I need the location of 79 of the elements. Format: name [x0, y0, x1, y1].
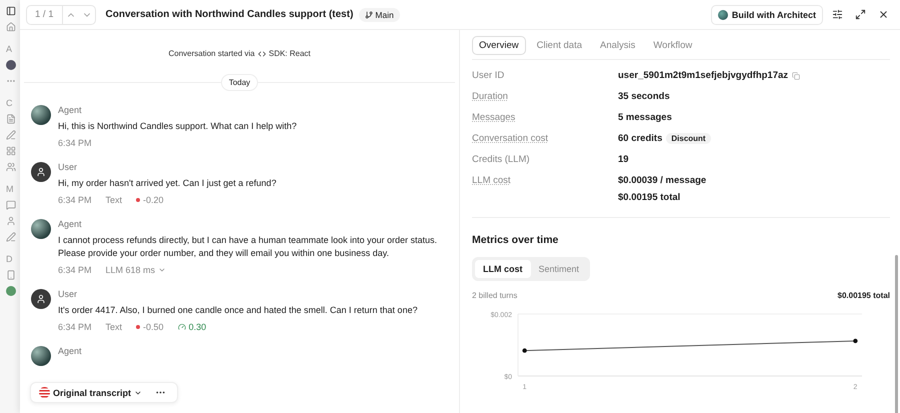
section-label: M: [6, 184, 14, 194]
field-label: Duration: [472, 91, 509, 102]
agent-avatar: [31, 219, 51, 239]
message-text: It's order 4417. Also, I burned one candle once and hated the smell. Can I return that one?: [58, 304, 418, 317]
phone-icon[interactable]: [6, 270, 16, 280]
people-icon[interactable]: [6, 162, 16, 172]
field-value: 5 messages: [618, 112, 672, 123]
latency-toggle[interactable]: LLM 618 ms: [106, 265, 166, 275]
doc-icon[interactable]: [6, 114, 16, 124]
pen-icon[interactable]: [6, 130, 16, 140]
tab[interactable]: Overview: [472, 36, 526, 55]
message-type: Text: [106, 322, 122, 332]
agent-avatar: [31, 346, 51, 366]
user-avatar: [31, 162, 51, 182]
sentiment-score: -0.20: [143, 195, 164, 205]
flag-icon: [39, 387, 50, 398]
field-label: LLM cost: [472, 175, 512, 188]
section-label: D: [6, 254, 12, 264]
field-label: Credits (LLM): [472, 154, 531, 165]
sliders-icon: [832, 9, 843, 20]
caret-icon: [158, 266, 166, 274]
branch-tag: Main: [359, 8, 400, 22]
message-time: 6:34 PM: [58, 195, 92, 205]
metric-option[interactable]: Sentiment: [530, 260, 588, 278]
home-icon[interactable]: [6, 22, 16, 32]
conversation-title: Conversation with Northwind Candles support (test): [106, 9, 354, 20]
section-title: Metrics over time: [472, 234, 560, 246]
app-icon[interactable]: [6, 286, 16, 296]
code-icon: [258, 50, 266, 58]
sentiment-score: -0.50: [143, 322, 164, 332]
field-value: 19: [618, 154, 629, 165]
message-author: Agent: [58, 105, 83, 115]
message-text: Hi, my order hasn't arrived yet. Can I just get a refund?: [58, 177, 276, 190]
user-avatar: [31, 289, 51, 309]
discount-badge: Discount: [666, 133, 711, 144]
build-with-architect-button[interactable]: Build with Architect: [710, 4, 823, 24]
person-icon[interactable]: [6, 216, 16, 226]
gauge-icon: [178, 323, 186, 331]
section-label: C: [6, 98, 12, 108]
branch-icon: [365, 10, 374, 18]
message-author: Agent: [58, 346, 82, 356]
field-value: 60 credits: [618, 133, 662, 144]
transcript-dropdown[interactable]: Original transcript: [39, 387, 142, 398]
sidebar-toggle-icon[interactable]: [6, 6, 16, 16]
metric-option[interactable]: LLM cost: [475, 260, 530, 278]
agent-avatar: [31, 105, 51, 125]
section-label: A: [6, 44, 12, 54]
message-author: Agent: [58, 219, 83, 229]
message-author: User: [58, 162, 78, 172]
date-separator: Today: [220, 74, 258, 91]
page-counter: 1 / 1: [27, 6, 62, 24]
message-text: Hi, this is Northwind Candles support. What can I help with?: [58, 120, 297, 133]
source-text: SDK: React: [268, 49, 311, 58]
field-value: $0.00039 / message: [618, 175, 706, 186]
started-via-text: Conversation started via: [168, 49, 255, 58]
message-time: 6:34 PM: [58, 265, 92, 275]
data-point: [853, 338, 858, 344]
close-icon: [878, 9, 889, 20]
pen-icon[interactable]: [6, 232, 16, 242]
field-value: user_5901m2t9m1sefjebjvgydfhp17az: [618, 70, 788, 81]
avatar-icon[interactable]: [6, 60, 16, 70]
copy-icon[interactable]: [792, 72, 800, 80]
field-label: User ID: [472, 70, 506, 81]
message-type: Text: [106, 195, 122, 205]
grid-icon[interactable]: [6, 146, 16, 156]
chat-icon[interactable]: [6, 200, 16, 210]
data-point: [522, 348, 527, 353]
field-label: Messages: [472, 112, 516, 123]
field-label: Conversation cost: [472, 133, 550, 144]
field-value: 35 seconds: [618, 91, 670, 102]
message-time: 6:34 PM: [58, 138, 92, 148]
expand-icon: [855, 9, 866, 20]
chart-total: $0.00195 total: [838, 291, 890, 300]
chart-caption: 2 billed turns: [472, 291, 518, 300]
message-time: 6:34 PM: [58, 322, 92, 332]
message-text: I cannot process refunds directly, but I can have a human teammate look into your order status. Please provide your order number, and they will email you within one business day.: [58, 234, 438, 260]
field-value: $0.00195 total: [618, 192, 680, 203]
message-author: User: [58, 289, 78, 299]
score-value: 0.30: [188, 322, 206, 332]
